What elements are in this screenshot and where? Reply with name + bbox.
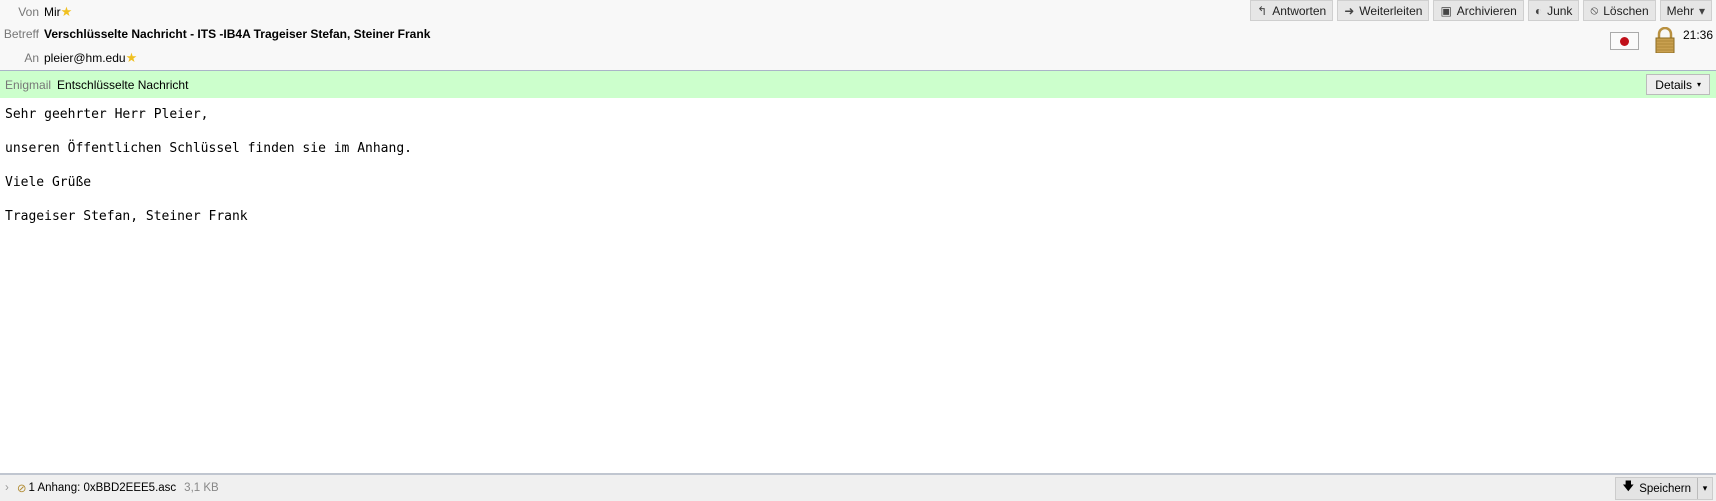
enigmail-bar: Enigmail Entschlüsselte Nachricht Detail… <box>0 71 1716 98</box>
subject-row: Betreff Verschlüsselte Nachricht - ITS -… <box>0 24 431 44</box>
archive-button[interactable]: ▣ Archivieren <box>1433 0 1524 21</box>
junk-button[interactable]: ◐ Junk <box>1527 0 1580 21</box>
subject-label: Betreff <box>3 27 39 41</box>
prohibited-icon: ⦸ <box>1590 3 1599 17</box>
more-label: Mehr <box>1666 3 1694 18</box>
message-time: 21:36 <box>1683 28 1714 42</box>
to-label: An <box>24 51 39 65</box>
message-header: Von Mir ★ Betreff Verschlüsselte Nachric… <box>0 0 1716 71</box>
more-button[interactable]: Mehr ▾ <box>1659 0 1712 21</box>
signed-envelope-icon[interactable] <box>1610 32 1639 50</box>
to-value[interactable]: pleier@hm.edu <box>44 51 126 65</box>
chevron-down-icon: ▾ <box>1696 80 1701 89</box>
body-line: unseren Öffentlichen Schlüssel finden si… <box>5 141 412 156</box>
details-label: Details <box>1655 77 1692 92</box>
chevron-down-icon: ▾ <box>1698 3 1705 18</box>
enigmail-label: Enigmail <box>5 77 52 92</box>
lock-icon[interactable] <box>1655 27 1675 53</box>
from-label: Von <box>18 5 39 19</box>
subject-value: Verschlüsselte Nachricht - ITS -IB4A Tra… <box>44 27 431 41</box>
archive-label: Archivieren <box>1456 3 1517 18</box>
save-dropdown-icon[interactable]: ▾ <box>1698 478 1712 499</box>
forward-icon: ➜ <box>1344 3 1355 18</box>
star-icon[interactable]: ★ <box>126 50 138 66</box>
expand-toggle-icon[interactable]: › <box>5 482 9 494</box>
body-line: Sehr geehrter Herr Pleier, <box>5 107 209 122</box>
to-row: An pleier@hm.edu ★ <box>0 48 137 68</box>
save-label: Speichern <box>1639 482 1691 495</box>
body-line: Viele Grüße <box>5 175 92 190</box>
flame-icon: ◐ <box>1534 3 1543 18</box>
archive-icon: ▣ <box>1440 3 1452 18</box>
enigmail-status: Entschlüsselte Nachricht <box>57 77 189 92</box>
star-icon[interactable]: ★ <box>61 4 73 20</box>
delete-button[interactable]: ⦸ Löschen <box>1583 0 1656 21</box>
delete-label: Löschen <box>1603 3 1649 18</box>
forward-label: Weiterleiten <box>1359 3 1423 18</box>
reply-button[interactable]: ↰ Antworten <box>1250 0 1334 21</box>
details-button[interactable]: Details ▾ <box>1646 74 1710 95</box>
from-value[interactable]: Mir <box>44 5 61 19</box>
download-icon: 🡇 <box>1622 481 1635 493</box>
toolbar: ↰ Antworten ➜ Weiterleiten ▣ Archivieren ◐ J… <box>1250 0 1712 21</box>
attachment-bar: › ⊘ 1 Anhang: 0xBBD2EEE5.asc 3,1 KB 🡇 Spe… <box>0 473 1716 501</box>
save-button[interactable]: 🡇 Speichern ▾ <box>1615 477 1713 500</box>
junk-label: Junk <box>1547 3 1573 18</box>
attachment-size: 3,1 KB <box>184 482 219 494</box>
paperclip-icon: ⊘ <box>16 483 27 495</box>
reply-label: Antworten <box>1272 3 1327 18</box>
message-body: Sehr geehrter Herr Pleier, unseren Öffen… <box>5 106 412 242</box>
body-line: Trageiser Stefan, Steiner Frank <box>5 209 248 224</box>
forward-button[interactable]: ➜ Weiterleiten <box>1337 0 1430 21</box>
from-row: Von Mir ★ <box>0 2 72 22</box>
reply-icon: ↰ <box>1257 3 1268 18</box>
attachment-summary[interactable]: 1 Anhang: 0xBBD2EEE5.asc <box>28 482 176 494</box>
